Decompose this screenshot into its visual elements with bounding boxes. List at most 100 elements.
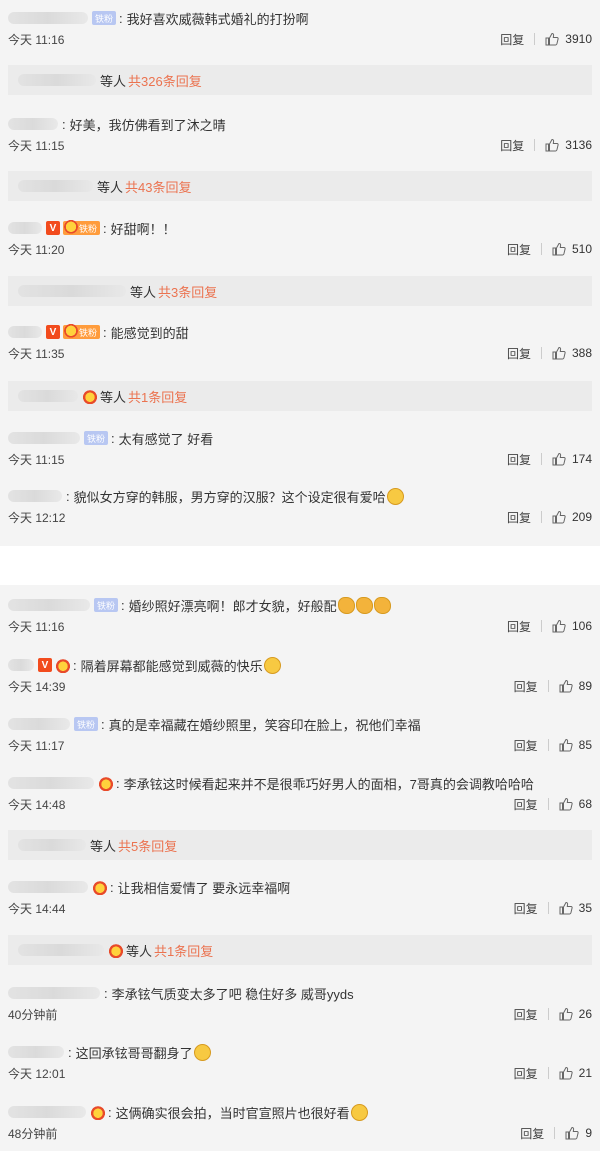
reply-count-link[interactable]: 共3条回复 [158,282,217,301]
blurred-username[interactable] [8,881,88,893]
like-count: 209 [571,510,592,524]
blurred-username[interactable] [8,659,34,671]
fan-badge-icon [55,657,71,673]
thumbs-up-icon[interactable] [545,32,559,46]
blurred-username[interactable] [8,718,70,730]
smile-emoji-icon [386,487,404,505]
like-count: 510 [571,242,592,256]
thumbs-up-icon[interactable] [545,138,559,152]
comment-time: 48分钟前 [8,1126,58,1141]
reply-button[interactable]: 回复 [514,1006,538,1023]
comment-text: 这俩确实很会拍，当时官宣照片也很好看 [115,1105,350,1121]
reply-summary-bar[interactable]: 等人 共326条回复 [8,65,592,95]
thumbs-up-icon[interactable] [559,1066,573,1080]
comment-text: 李承铉气质变太多了吧 稳住好多 威哥yyds [111,986,354,1002]
fan-badge-icon [92,879,108,895]
fan-badge-icon [108,942,124,958]
reply-count-link[interactable]: 共1条回复 [128,387,187,406]
like-count: 85 [578,738,592,752]
comment-text: 太有感觉了 好看 [118,431,214,447]
thumbs-up-icon[interactable] [559,797,573,811]
reply-button[interactable]: 回复 [507,509,531,526]
thumbs-up-icon[interactable] [559,738,573,752]
fan-badge: 铁粉 [84,431,109,445]
blurred-username[interactable] [8,326,42,338]
reply-button[interactable]: 回复 [520,1125,544,1142]
blurred-username [18,180,93,192]
fan-badge-icon [90,1104,106,1120]
thumbs-up-icon[interactable] [565,1126,579,1140]
reply-count-link[interactable]: 共326条回复 [128,71,202,90]
reply-button[interactable]: 回复 [500,137,524,154]
like-count: 21 [578,1066,592,1080]
blurred-username[interactable] [8,12,88,24]
blurred-username[interactable] [8,118,58,130]
reply-button[interactable]: 回复 [507,241,531,258]
blurred-username[interactable] [8,1046,64,1058]
reply-count-link[interactable]: 共43条回复 [125,177,191,196]
fan-badge: 铁粉 [63,218,101,235]
reply-button[interactable]: 回复 [514,796,538,813]
like-count: 68 [578,797,592,811]
like-count: 3136 [565,138,592,152]
comment-time: 今天 11:17 [8,738,65,753]
comment-text: 好甜啊！！ [110,221,176,237]
comment-time: 今天 11:16 [8,32,65,47]
blurred-username[interactable] [8,1106,86,1118]
comment-time: 今天 14:39 [8,679,66,694]
reply-summary-bar[interactable]: 等人 共3条回复 [8,276,592,306]
thumbs-up-icon[interactable] [552,619,566,633]
like-count: 106 [571,619,592,633]
blurred-username[interactable] [8,222,42,234]
reply-button[interactable]: 回复 [500,31,524,48]
fan-badge: 铁粉 [74,717,99,731]
fan-badge-icon [82,388,98,404]
fan-badge-icon [98,775,114,791]
comment-time: 今天 11:16 [8,619,65,634]
blurred-username[interactable] [8,432,80,444]
reply-button[interactable]: 回复 [514,1065,538,1082]
v-badge-icon: V [38,658,52,672]
thumbs-up-icon[interactable] [552,346,566,360]
reply-summary-bar[interactable]: 等人 共1条回复 [8,381,592,411]
reply-button[interactable]: 回复 [514,900,538,917]
reply-button[interactable]: 回复 [514,737,538,754]
like-count: 35 [578,901,592,915]
like-count: 26 [578,1007,592,1021]
blurred-username[interactable] [8,490,62,502]
like-count: 174 [571,452,592,466]
reply-button[interactable]: 回复 [507,451,531,468]
thumbs-up-icon[interactable] [552,510,566,524]
reply-button[interactable]: 回复 [507,618,531,635]
reply-count-link[interactable]: 共5条回复 [118,836,177,855]
fan-badge: 铁粉 [92,11,117,25]
comment-time: 今天 14:44 [8,901,66,916]
comment-time: 今天 14:48 [8,797,66,812]
blurred-username[interactable] [8,777,94,789]
thumbs-up-icon[interactable] [559,1007,573,1021]
comment-text: 李承铉这时候看起来并不是很乖巧好男人的面相，7哥真的会调教哈哈哈 [123,776,534,792]
thumbs-up-icon[interactable] [559,901,573,915]
comment-text: 貌似女方穿的韩服，男方穿的汉服？这个设定很有爱哈 [73,489,386,505]
v-badge-icon: V [46,221,60,235]
clap-emoji-icon [373,596,391,614]
thumbs-up-icon[interactable] [552,242,566,256]
comment-time: 今天 12:01 [8,1066,66,1081]
reply-summary-bar[interactable]: 等人 共1条回复 [8,935,592,965]
comment-text: 隔着屏幕都能感觉到威薇的快乐 [80,658,263,674]
like-count: 89 [578,679,592,693]
blurred-username[interactable] [8,599,90,611]
clap-emoji-icon [355,596,373,614]
reply-count-link[interactable]: 共1条回复 [154,941,213,960]
clap-emoji-icon [337,596,355,614]
reply-button[interactable]: 回复 [507,345,531,362]
reply-summary-bar[interactable]: 等人 共43条回复 [8,171,592,201]
reply-summary-bar[interactable]: 等人 共5条回复 [8,830,592,860]
comment-text: 婚纱照好漂亮啊！郎才女貌，好般配 [128,598,337,614]
thumbs-up-icon[interactable] [552,452,566,466]
thumbs-up-icon[interactable] [559,679,573,693]
comment-text: 能感觉到的甜 [110,325,189,341]
comment-text: 这回承铉哥哥翻身了 [75,1045,193,1061]
blurred-username[interactable] [8,987,100,999]
reply-button[interactable]: 回复 [514,678,538,695]
